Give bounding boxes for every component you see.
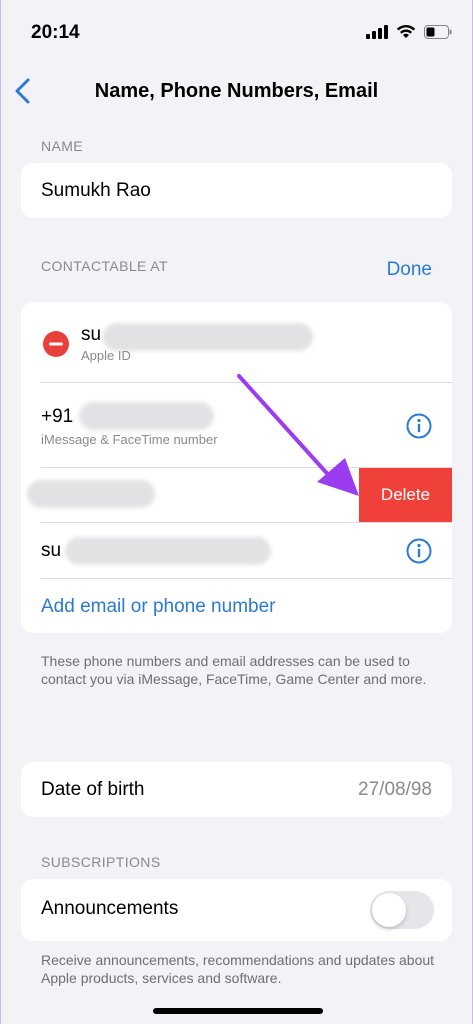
contactable-section-label: CONTACTABLE AT <box>41 258 168 274</box>
wifi-icon <box>396 24 416 38</box>
name-card: Sumukh Rao <box>21 163 452 218</box>
add-email-or-phone-link[interactable]: Add email or phone number <box>41 596 275 618</box>
subscriptions-footer: Receive announcements, recommendations a… <box>41 952 435 986</box>
page-title: Name, Phone Numbers, Email <box>94 80 379 102</box>
contact-email-prefix: su <box>81 324 102 345</box>
subscriptions-card: Announcements <box>21 879 452 941</box>
toggle-knob <box>372 893 406 927</box>
home-indicator <box>153 1008 323 1014</box>
contact-email-prefix: su <box>41 540 62 561</box>
contact-subtitle: iMessage & FaceTime number <box>41 432 218 447</box>
delete-button[interactable]: Delete <box>359 468 452 522</box>
contact-subtitle: Apple ID <box>81 348 131 363</box>
status-icons <box>366 24 452 39</box>
done-button[interactable]: Done <box>387 259 432 281</box>
announcements-toggle[interactable] <box>370 891 434 929</box>
dob-card[interactable]: Date of birth 27/08/98 <box>21 762 452 817</box>
status-time: 20:14 <box>31 22 80 43</box>
name-field[interactable]: Sumukh Rao <box>41 180 151 202</box>
dob-label: Date of birth <box>41 779 145 800</box>
dob-value: 27/08/98 <box>358 779 432 800</box>
info-icon[interactable] <box>406 413 432 439</box>
delete-label: Delete <box>380 485 431 504</box>
subscriptions-section-label: SUBSCRIPTIONS <box>41 854 161 870</box>
remove-minus-icon[interactable] <box>43 331 69 357</box>
signal-icon <box>366 24 388 39</box>
nav-bar: Name, Phone Numbers, Email <box>1 68 472 114</box>
contact-row-email[interactable]: su <box>21 523 452 578</box>
battery-icon <box>424 24 452 39</box>
name-section-label: NAME <box>41 138 84 154</box>
add-contact-row[interactable]: Add email or phone number <box>21 579 452 633</box>
redacted-email <box>65 537 271 565</box>
contact-phone-prefix: +91 <box>41 406 74 427</box>
redacted-email <box>103 323 313 351</box>
info-icon[interactable] <box>406 538 432 564</box>
arrow-annotation-icon <box>237 374 359 496</box>
contactable-footer: These phone numbers and email addresses … <box>41 653 427 687</box>
redacted-contact <box>27 480 155 508</box>
redacted-phone <box>79 402 214 430</box>
status-bar: 20:14 <box>1 0 472 60</box>
announcements-label: Announcements <box>41 898 179 919</box>
